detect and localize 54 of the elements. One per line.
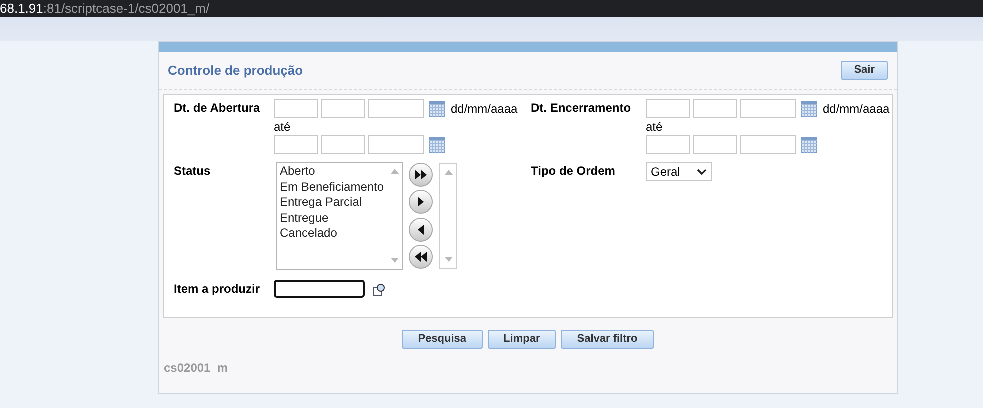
lookup-icon[interactable] <box>373 282 386 296</box>
month-field[interactable] <box>693 99 737 118</box>
field-label: Dt. Encerramento <box>531 100 632 117</box>
move-all-right-button[interactable] <box>409 163 433 187</box>
triangle-arrow-icon <box>415 252 427 262</box>
month-field[interactable] <box>321 135 365 154</box>
field-label: Dt. de Abertura <box>174 100 262 117</box>
list-option[interactable]: Entregue <box>280 210 402 226</box>
order-type-select[interactable]: Geral <box>646 162 712 181</box>
scroll-down-icon[interactable] <box>391 258 399 263</box>
chevron-down-icon <box>697 168 707 174</box>
field-label: Status <box>174 163 212 180</box>
year-field[interactable] <box>740 99 796 118</box>
year-field[interactable] <box>368 99 424 118</box>
day-field[interactable] <box>274 99 318 118</box>
exit-button[interactable]: Sair <box>841 61 888 80</box>
list-option[interactable]: Entrega Parcial <box>280 195 402 210</box>
move-all-left-button[interactable] <box>409 244 433 269</box>
field-label: Item a produzir <box>174 281 262 298</box>
form-title: Controle de produção <box>168 62 304 80</box>
range-label: até <box>646 120 664 135</box>
list-option[interactable]: Em Beneficiamento <box>280 180 402 195</box>
month-field[interactable] <box>693 135 737 154</box>
list-option[interactable]: Aberto <box>280 164 402 180</box>
status-listbox[interactable]: Aberto Em Beneficiamento Entrega Parcial Entregue Cancelado <box>276 162 403 270</box>
calendar-icon[interactable] <box>801 100 817 116</box>
range-label: até <box>274 120 292 135</box>
scroll-up-icon[interactable] <box>445 170 453 175</box>
month-field[interactable] <box>321 99 365 118</box>
year-field[interactable] <box>740 135 796 154</box>
url-text: 68.1.91:81/scriptcase-1/cs02001_m/ <box>0 2 210 15</box>
move-right-button[interactable] <box>409 190 433 214</box>
action-button[interactable]: Salvar filtro <box>561 330 654 349</box>
triangle-arrow-icon <box>415 170 427 180</box>
day-field[interactable] <box>274 135 318 154</box>
action-button[interactable]: Limpar <box>488 330 556 349</box>
date-format-hint: dd/mm/aaaa <box>823 100 890 118</box>
item-field[interactable] <box>274 280 365 298</box>
selected-listbox[interactable] <box>439 163 457 269</box>
scroll-up-icon[interactable] <box>391 169 399 174</box>
day-field[interactable] <box>646 135 690 154</box>
scroll-down-icon[interactable] <box>445 257 453 262</box>
date-format-hint: dd/mm/aaaa <box>451 100 518 118</box>
field-label: Tipo de Ordem <box>531 163 616 180</box>
calendar-icon[interactable] <box>429 100 445 116</box>
move-left-button[interactable] <box>409 218 433 242</box>
address-bar[interactable]: 68.1.91:81/scriptcase-1/cs02001_m/ <box>0 0 983 17</box>
calendar-icon[interactable] <box>801 136 817 152</box>
list-option[interactable]: Cancelado <box>280 226 402 242</box>
action-button[interactable]: Pesquisa <box>402 330 483 349</box>
calendar-icon[interactable] <box>429 136 445 152</box>
form-code: cs02001_m <box>164 360 230 377</box>
year-field[interactable] <box>368 135 424 154</box>
day-field[interactable] <box>646 99 690 118</box>
